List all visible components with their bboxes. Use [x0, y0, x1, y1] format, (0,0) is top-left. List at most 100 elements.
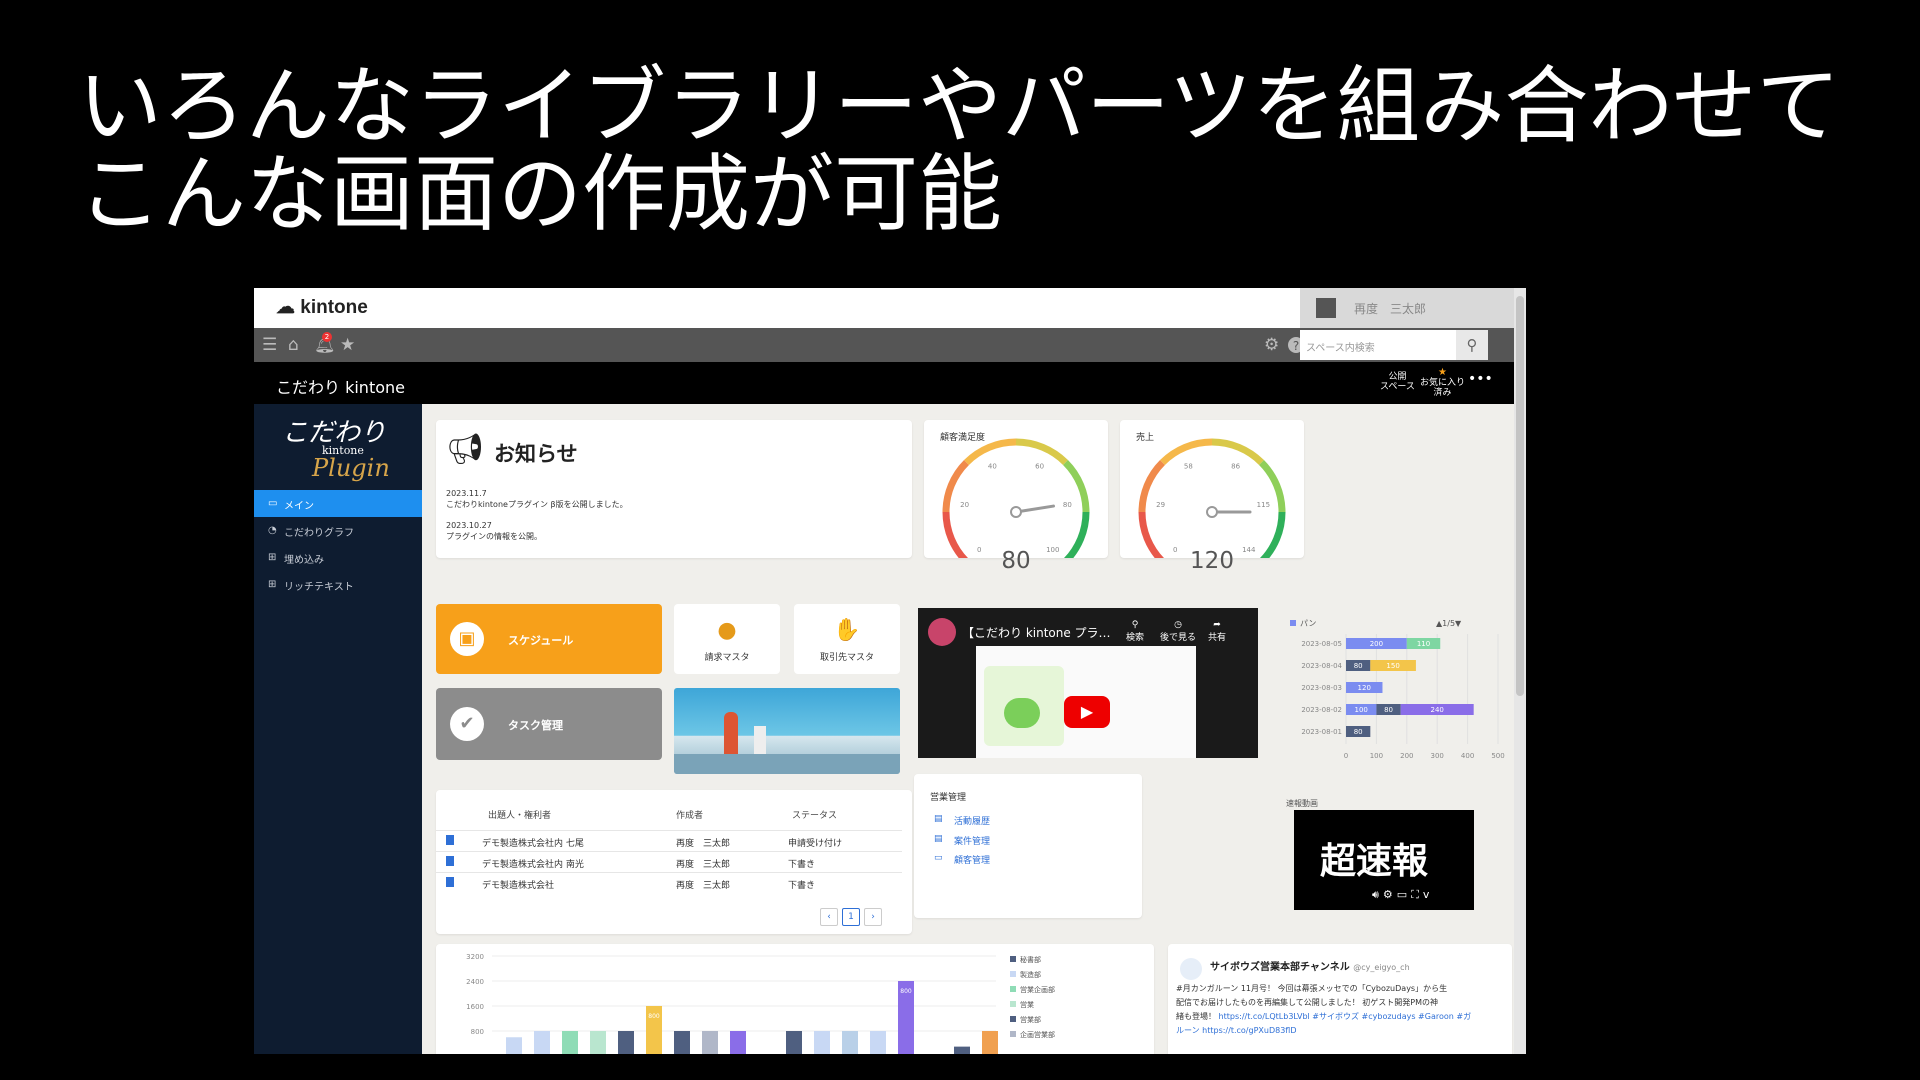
x-tick-label: 200	[1400, 752, 1413, 760]
schedule-button[interactable]: ▣ スケジュール	[436, 604, 662, 674]
public-space-button[interactable]: 公開 スペース	[1380, 372, 1415, 392]
handshake-icon: ✋	[833, 618, 861, 643]
clock-icon[interactable]: ◷ 後で見る	[1160, 620, 1196, 643]
x-tick-label: 100	[1370, 752, 1383, 760]
bar-label: 80	[1354, 728, 1363, 736]
space-header: こだわり kintone 公開 スペース ★ お気に入り 済み •••	[254, 362, 1514, 404]
billing-master-button[interactable]: ● 請求マスタ	[674, 604, 780, 674]
bar-label: 150	[1386, 662, 1399, 670]
column-bar	[562, 1031, 578, 1054]
table-row[interactable]: デモ製造株式会社内 七尾 再度 三太郎 申請受け付け	[436, 830, 902, 851]
column-bar	[870, 1031, 886, 1054]
sidebar-item-richtext[interactable]: ⊞ リッチテキスト	[254, 571, 422, 598]
play-button[interactable]: ▶	[1064, 696, 1110, 728]
sidebar-item-embed[interactable]: ⊞ 埋め込み	[254, 544, 422, 571]
x-tick-label: 500	[1491, 752, 1504, 760]
megaphone-icon: 📢︎	[446, 432, 485, 467]
more-options-icon[interactable]: •••	[1468, 372, 1493, 386]
legend-label: 企画営業部	[1020, 1030, 1055, 1039]
document-icon: ▤	[934, 834, 943, 844]
gauge-value: 120	[1190, 548, 1234, 574]
column-bar	[954, 1046, 970, 1054]
document-icon	[446, 856, 454, 866]
bar-label: 240	[1431, 706, 1444, 714]
kintone-logo[interactable]: ☁ kintone	[276, 296, 368, 319]
document-icon: ▤	[934, 814, 943, 824]
department-bar-chart: 3200 2400 1600 800 800 800 秘書部製造部営業企画部営業営業部企画営…	[466, 953, 1055, 1054]
y-tick-label: 2400	[466, 978, 484, 986]
bar-label: 200	[1370, 640, 1383, 648]
sidebar-item-graph[interactable]: ◔ こだわりグラフ	[254, 517, 422, 544]
twitter-timeline: サイボウズ営業本部チャンネル @cy_eigyo_ch #月カンガルーン 11月…	[1168, 944, 1512, 1054]
twitter-channel[interactable]: サイボウズ営業本部チャンネル @cy_eigyo_ch	[1210, 958, 1410, 973]
business-title: 営業管理	[930, 793, 967, 803]
column-bar	[702, 1031, 718, 1054]
table-row[interactable]: デモ製造株式会社 再度 三太郎 下書き	[436, 872, 902, 893]
search-button[interactable]: ⚲	[1456, 330, 1488, 360]
record-table: 出題人・権利者 作成者 ステータス デモ製造株式会社内 七尾 再度 三太郎 申請受け…	[436, 790, 912, 934]
gauge-tick-label: 60	[1035, 463, 1044, 471]
bar-label: 80	[1354, 662, 1363, 670]
user-menu[interactable]: 再度 三太郎	[1300, 288, 1526, 328]
column-bar	[674, 1031, 690, 1054]
gauge-hub	[1206, 506, 1218, 518]
column-bar	[618, 1031, 634, 1054]
notice-text: プラグインの情報を公開。	[446, 532, 542, 541]
link-deals[interactable]: ▤ 案件管理	[934, 834, 990, 847]
gauge-satisfaction: 02040 6080100	[942, 438, 1090, 558]
notice-card: 📢︎ お知らせ 2023.11.7 こだわりkintoneプラグイン β版を公開…	[436, 420, 912, 558]
youtube-video[interactable]: 【こだわり kintone プラ… ⚲ 検索 ◷ 後で見る ➦ 共有 ▶	[918, 608, 1258, 758]
next-page-button[interactable]: ›	[864, 908, 882, 926]
legend-pager: ▲1/5▼	[1436, 619, 1462, 628]
search-icon[interactable]: ⚲ 検索	[1126, 620, 1144, 643]
document-icon	[446, 835, 454, 845]
favorite-button[interactable]: ★ お気に入り 済み	[1420, 368, 1465, 399]
column-bar	[786, 1031, 802, 1054]
legend-swatch	[1010, 1016, 1016, 1022]
flash-video-label: 速報動画	[1286, 799, 1318, 808]
flash-video[interactable]: 超速報 🔊︎⚙▭⛶v	[1294, 810, 1474, 910]
table-row[interactable]: デモ製造株式会社内 南光 再度 三太郎 下書き	[436, 851, 902, 872]
space-title: こだわり kintone	[276, 378, 405, 397]
legend-swatch	[1010, 971, 1016, 977]
home-icon[interactable]: ⌂	[288, 336, 299, 354]
page-number[interactable]: 1	[842, 908, 860, 926]
video-controls-icon[interactable]: 🔊︎⚙▭⛶v	[1372, 888, 1433, 902]
tweet-text: #月カンガルーン 11月号！ 今回は幕張メッセでの「CybozuDays」から生…	[1176, 984, 1472, 1035]
bar-chart-bread: パン ▲1/5▼ 0 100 200 300 400 500 2023-08-05 200 110 2…	[1290, 619, 1505, 760]
nav-bar: ☰ ⌂ 🔔︎ 2 ★ ⚙ ? スペース内検索 ⚲	[254, 328, 1526, 362]
scrollbar[interactable]	[1514, 288, 1526, 1054]
gauge-tick-label: 20	[960, 501, 969, 509]
column-bar	[982, 1031, 998, 1054]
sidebar-item-main[interactable]: ▭ メイン	[254, 490, 422, 517]
menu-icon[interactable]: ☰	[262, 336, 277, 354]
task-button[interactable]: ✔ タスク管理	[436, 688, 662, 760]
scrollbar-thumb[interactable]	[1516, 296, 1524, 696]
link-customers[interactable]: ▭ 顧客管理	[934, 853, 990, 866]
link-activity[interactable]: ▤ 活動履歴	[934, 814, 990, 827]
client-master-button[interactable]: ✋ 取引先マスタ	[794, 604, 900, 674]
star-icon[interactable]: ★	[340, 336, 355, 354]
column-bar	[842, 1031, 858, 1054]
legend-swatch	[1010, 986, 1016, 992]
y-tick-label: 2023-08-02	[1301, 706, 1342, 714]
search-input[interactable]: スペース内検索	[1300, 330, 1456, 360]
y-tick-label: 2023-08-03	[1301, 684, 1342, 692]
share-icon[interactable]: ➦ 共有	[1208, 620, 1226, 643]
search-icon: ⚲	[1466, 336, 1478, 354]
legend-swatch	[1010, 1001, 1016, 1007]
notice-title: お知らせ	[494, 442, 578, 466]
column-bar	[506, 1037, 522, 1054]
gauge-hub	[1010, 506, 1022, 518]
chart-icon: ◔	[268, 525, 277, 536]
slide-title-line2: こんな画面の作成が可能	[78, 145, 1003, 243]
gear-icon[interactable]: ⚙	[1264, 336, 1279, 354]
prev-page-button[interactable]: ‹	[820, 908, 838, 926]
legend-swatch	[1010, 956, 1016, 962]
gauge-arc	[1015, 438, 1068, 466]
avatar	[1316, 298, 1336, 318]
table-header: 作成者	[676, 811, 704, 821]
notice-text: こだわりkintoneプラグイン β版を公開しました。	[446, 500, 628, 509]
bar-label: 800	[900, 988, 912, 995]
legend-label: 秘書部	[1020, 955, 1041, 964]
